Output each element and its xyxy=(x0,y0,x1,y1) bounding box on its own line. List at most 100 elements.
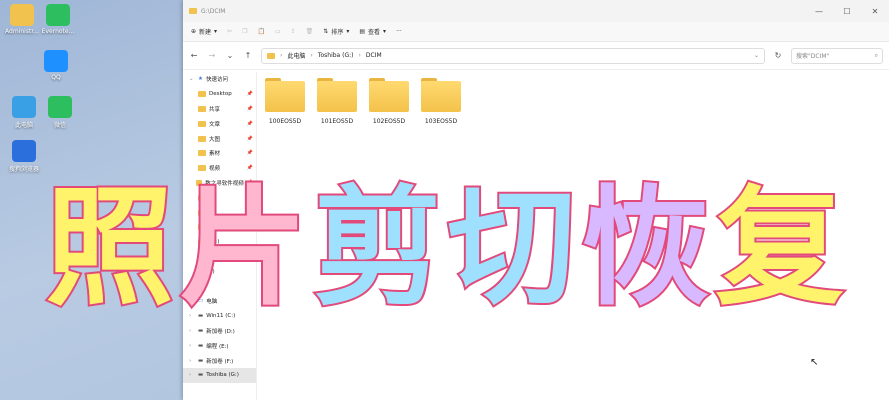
nav-item[interactable]: 数之寻软件视频 📌 xyxy=(183,176,256,191)
view-button[interactable]: ▤ 查看 ▾ xyxy=(359,27,386,36)
search-icon: ⌕ xyxy=(874,51,878,59)
drive-item[interactable]: › ▬ 新加卷 (D:) xyxy=(183,324,256,339)
title-bar: G:\DCIM — ☐ ✕ xyxy=(183,0,889,22)
share-icon[interactable]: ⇪ xyxy=(291,28,296,35)
sort-button[interactable]: ⇅ 排序 ▾ xyxy=(323,27,349,36)
nav-item[interactable] xyxy=(183,220,256,235)
this-pc-header[interactable]: ⌄ ▭ 电脑 xyxy=(183,294,256,309)
folder-icon xyxy=(198,105,206,112)
app-icon xyxy=(12,96,36,118)
new-button[interactable]: ⊕ 新建 ▾ xyxy=(191,27,217,36)
folder-item[interactable]: 101EOS5D xyxy=(317,78,357,125)
folder-icon xyxy=(198,165,206,172)
refresh-icon[interactable]: ↻ xyxy=(773,51,783,60)
nav-item[interactable] xyxy=(183,279,256,294)
desktop-icon-label: QQ xyxy=(51,74,61,81)
pc-icon: ▭ xyxy=(198,298,204,305)
folder-icon xyxy=(198,194,206,201)
rename-icon[interactable]: ▭ xyxy=(275,28,281,35)
view-icon: ▤ xyxy=(359,28,366,35)
nav-item-label: 视频 xyxy=(209,166,221,173)
close-button[interactable]: ✕ xyxy=(861,7,889,16)
nav-item-label: 大图 xyxy=(209,136,221,143)
copy-icon[interactable]: ❐ xyxy=(242,28,247,35)
desktop-icon[interactable]: 此电脑 xyxy=(4,96,44,129)
nav-item-label: J:) xyxy=(209,268,215,275)
drive-item[interactable]: › ▬ 新加卷 (F:) xyxy=(183,353,256,368)
drive-item[interactable]: › ▬ 编程 (E:) xyxy=(183,338,256,353)
folder-item[interactable]: 103EOS5D xyxy=(421,78,461,125)
drive-icon: ▬ xyxy=(198,357,204,364)
more-button[interactable]: ··· xyxy=(396,28,402,35)
nav-item[interactable]: 大图 📌 xyxy=(183,131,256,146)
folder-icon xyxy=(189,8,197,14)
quick-access-header[interactable]: ⌄ ★ 快速访问 xyxy=(183,72,256,87)
forward-arrow-icon[interactable]: → xyxy=(207,51,217,60)
maximize-button[interactable]: ☐ xyxy=(833,7,861,16)
pin-icon: 📌 xyxy=(246,105,253,112)
nav-item[interactable]: (G:) xyxy=(183,235,256,250)
minimize-button[interactable]: — xyxy=(805,7,833,16)
drive-icon: ▬ xyxy=(198,327,204,334)
breadcrumb-part[interactable]: DCIM xyxy=(366,52,382,59)
up-arrow-icon[interactable]: ↑ xyxy=(243,51,253,60)
drive-label: 新加卷 (D:) xyxy=(206,328,235,335)
pin-icon: 📌 xyxy=(246,165,253,172)
desktop-icon-label: 此电脑 xyxy=(14,122,33,129)
folder-icon xyxy=(196,179,203,186)
nav-item-label: Desktop xyxy=(209,91,232,98)
folder-icon xyxy=(317,78,357,112)
app-icon xyxy=(10,4,34,26)
nav-item-label: 共享 xyxy=(209,106,221,113)
nav-item[interactable] xyxy=(183,205,256,220)
back-arrow-icon[interactable]: ← xyxy=(189,51,199,60)
folder-icon xyxy=(198,239,206,246)
nav-item[interactable]: 视频 📌 xyxy=(183,161,256,176)
chevron-right-icon: › xyxy=(189,342,192,349)
nav-item[interactable]: 素材 📌 xyxy=(183,146,256,161)
pin-icon: 📌 xyxy=(246,194,253,201)
folder-item[interactable]: 102EOS5D xyxy=(369,78,409,125)
desktop-icon[interactable]: Administr... xyxy=(2,4,42,35)
folder-icon xyxy=(198,209,206,216)
chevron-down-icon[interactable]: ⌄ xyxy=(754,52,759,59)
address-bar[interactable]: › 此电脑 › Toshiba (G:) › DCIM ⌄ xyxy=(261,47,765,64)
nav-item[interactable]: Desktop 📌 xyxy=(183,87,256,102)
folder-icon xyxy=(198,283,206,290)
chevron-down-icon[interactable]: ⌄ xyxy=(225,51,235,60)
nav-item[interactable]: J:) xyxy=(183,264,256,279)
cut-icon[interactable]: ✂ xyxy=(227,28,232,35)
overlay-character: 照 xyxy=(43,173,175,323)
folder-label: 100EOS5D xyxy=(268,118,302,125)
delete-icon[interactable]: 🗑 xyxy=(306,28,314,35)
drive-icon: ▬ xyxy=(198,342,204,349)
navigation-pane: ⌄ ★ 快速访问 Desktop 📌 共享 📌 文章 📌 大图 📌 素材 📌 视频 📌 数之寻软件视频 📌… xyxy=(183,72,257,400)
desktop-icon[interactable]: 搜狗浏览器 xyxy=(4,140,44,173)
folder-label: 101EOS5D xyxy=(320,118,354,125)
search-input[interactable]: 搜索"DCIM" ⌕ xyxy=(791,47,883,64)
chevron-down-icon: ⌄ xyxy=(189,76,194,83)
desktop-icon-label: 微信 xyxy=(53,122,66,129)
breadcrumb-part[interactable]: 此电脑 xyxy=(287,51,305,60)
nav-item-label: (G:) xyxy=(209,239,220,246)
desktop-icon[interactable]: Evernote... xyxy=(38,4,78,35)
paste-icon[interactable]: 📋 xyxy=(257,28,264,35)
chevron-down-icon: ▾ xyxy=(383,28,387,35)
pin-icon: 📌 xyxy=(246,135,253,142)
desktop-icon[interactable]: QQ xyxy=(36,50,76,81)
app-icon xyxy=(48,96,72,118)
nav-item[interactable]: 共享 📌 xyxy=(183,102,256,117)
nav-item[interactable]: 文章 📌 xyxy=(183,116,256,131)
chevron-down-icon: ⌄ xyxy=(189,298,194,305)
folder-icon xyxy=(198,224,206,231)
drive-item[interactable]: › ▬ Toshiba (G:) xyxy=(183,367,256,383)
desktop-icon[interactable]: 微信 xyxy=(40,96,80,129)
nav-item[interactable] xyxy=(183,250,256,265)
nav-item[interactable]: 📌 xyxy=(183,190,256,205)
breadcrumb-part[interactable]: Toshiba (G:) xyxy=(318,52,354,59)
folder-icon xyxy=(198,135,206,142)
folder-item[interactable]: 100EOS5D xyxy=(265,78,305,125)
folder-icon xyxy=(198,120,206,127)
drive-item[interactable]: › ▬ Win11 (C:) xyxy=(183,309,256,324)
chevron-right-icon: › xyxy=(189,372,192,379)
